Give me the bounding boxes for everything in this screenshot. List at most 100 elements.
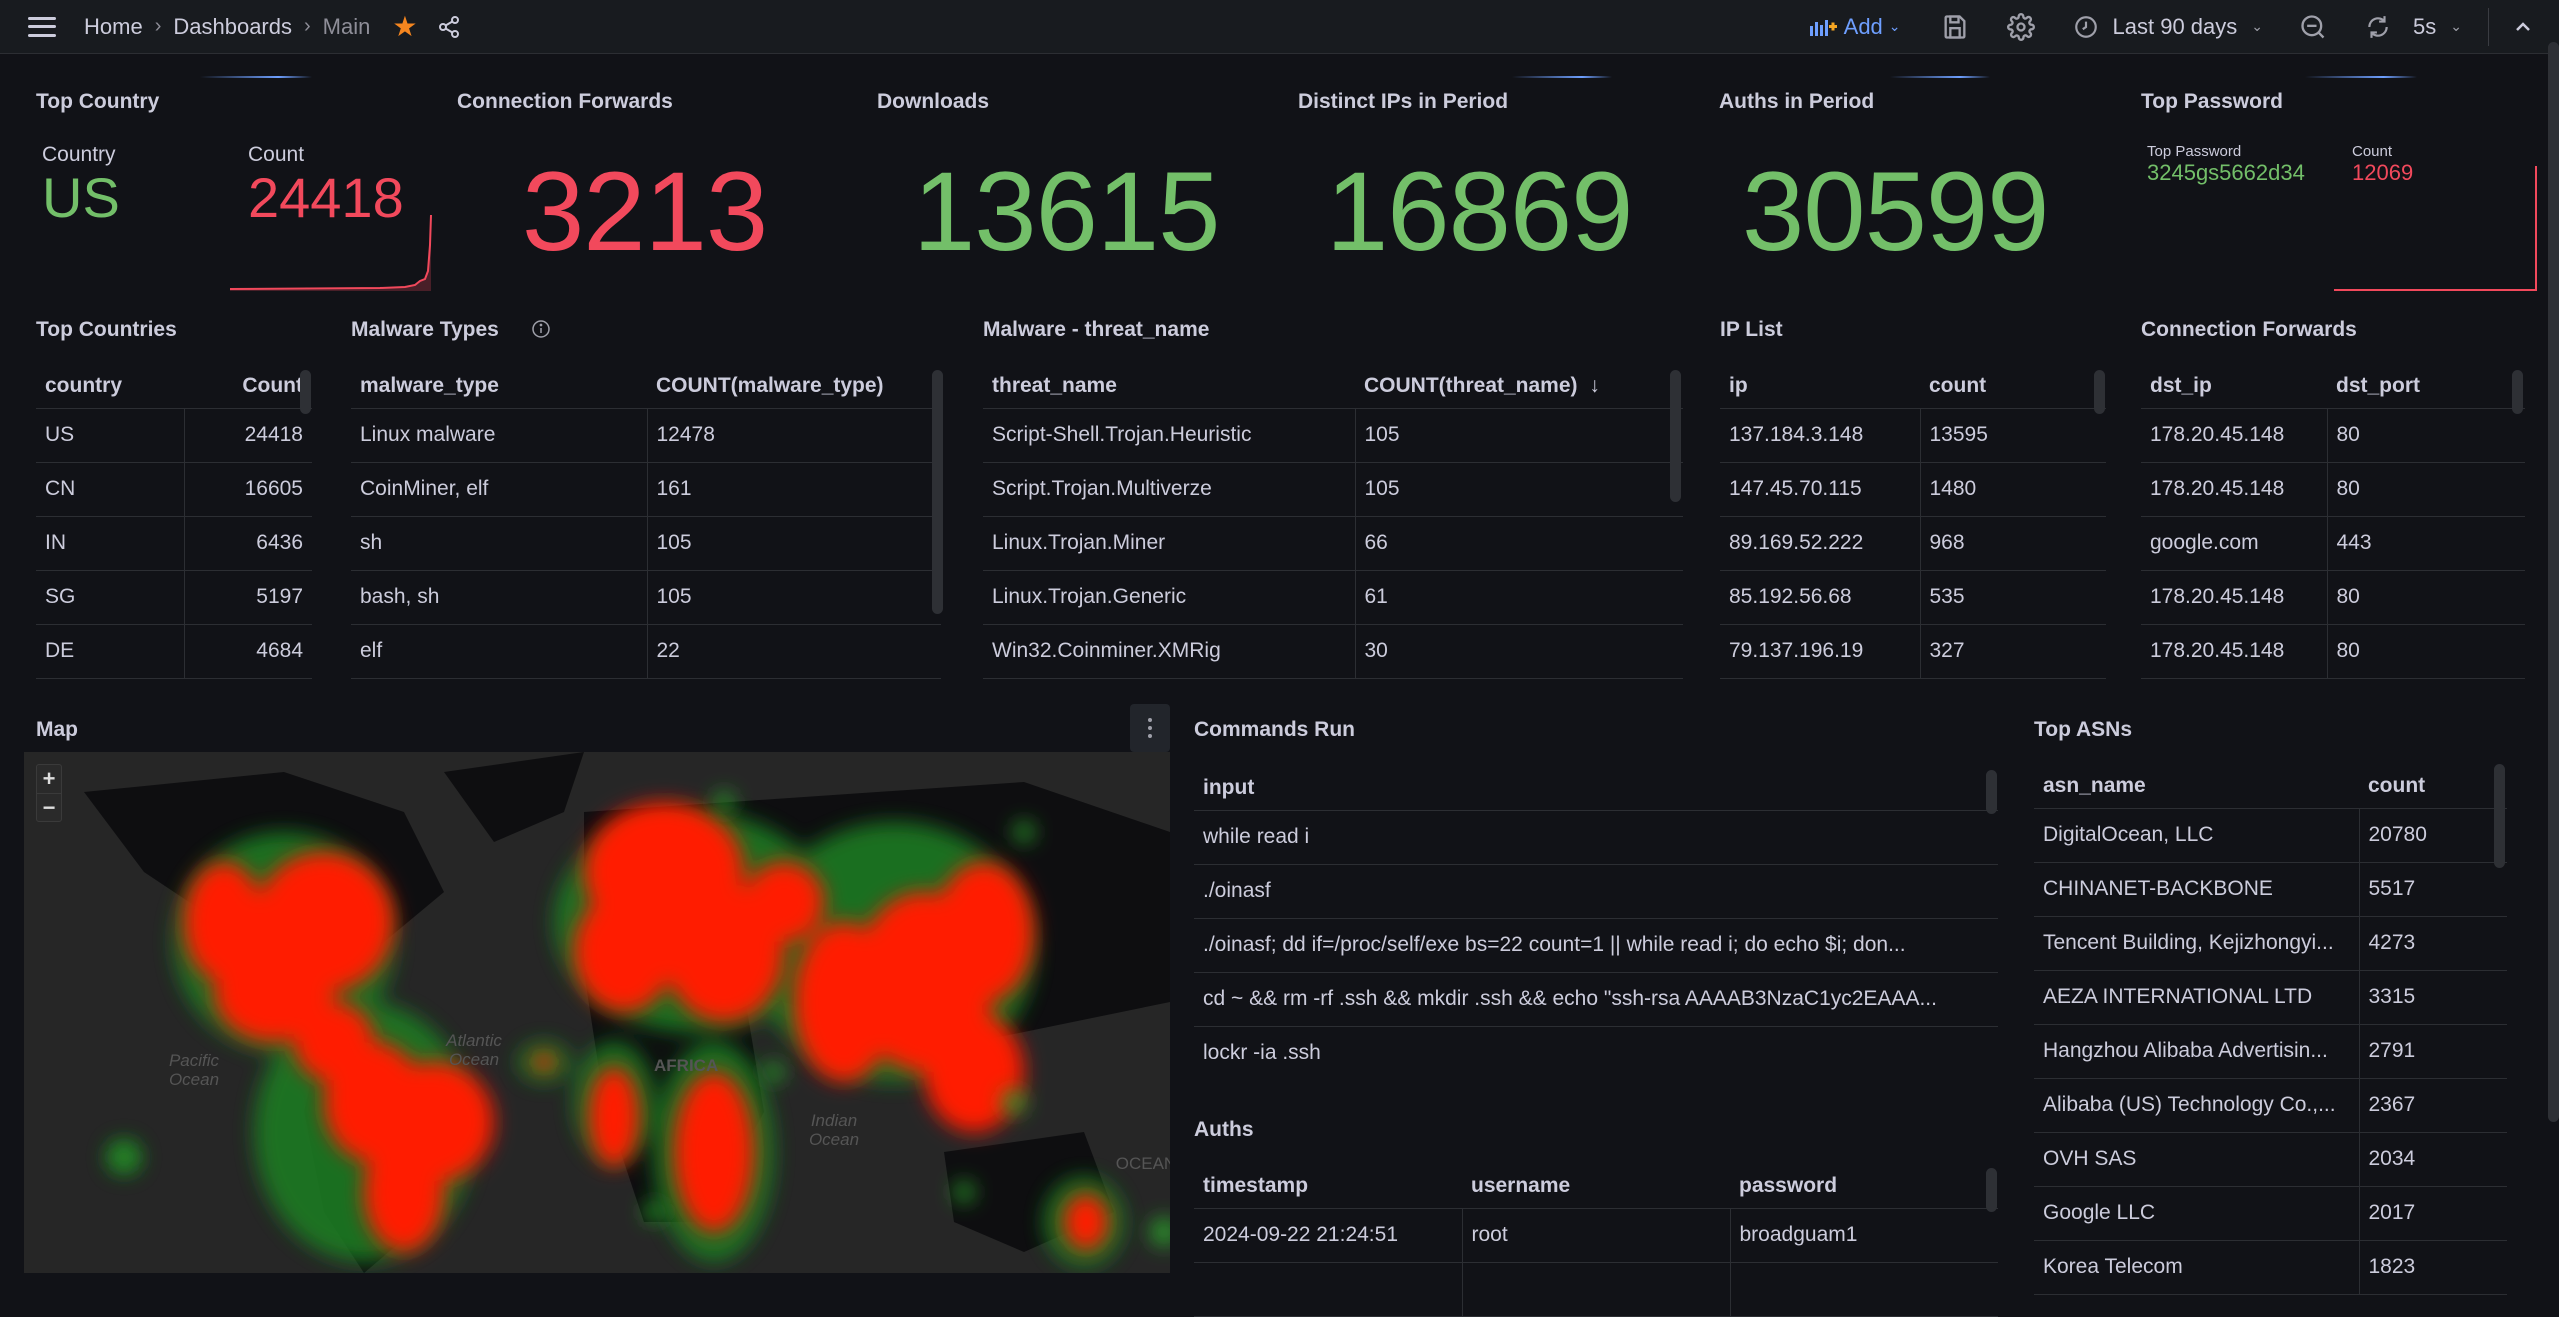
table-row: [1194, 1262, 1998, 1317]
threat-name-table: threat_name COUNT(threat_name) ↓ Script-…: [983, 364, 1683, 679]
scrollbar[interactable]: [300, 370, 311, 414]
info-icon[interactable]: [531, 319, 551, 339]
loading-bar: [2305, 76, 2417, 78]
table-row: AEZA INTERNATIONAL LTD 3315: [2034, 970, 2507, 1025]
refresh-picker[interactable]: 5s ⌄: [2365, 14, 2462, 40]
time-range-label: Last 90 days: [2112, 13, 2238, 39]
table-row: Win32.Coinminer.XMRig 30: [983, 624, 1683, 679]
share-icon[interactable]: [437, 15, 461, 39]
zoom-out-icon[interactable]: [2299, 13, 2327, 41]
panel-title-top-asns: Top ASNs: [2034, 718, 2132, 741]
cell-asn-name: Alibaba (US) Technology Co.,...: [2034, 1078, 2359, 1133]
table-row: Linux malware 12478: [351, 408, 941, 463]
top-asns-table: asn_name count DigitalOcean, LLC 20780 CH…: [2034, 764, 2507, 1295]
cell-dst-port: 80: [2326, 462, 2525, 517]
cell-asn-name: Korea Telecom: [2034, 1240, 2359, 1295]
map-label: AFRICA: [654, 1056, 719, 1075]
save-icon[interactable]: [1941, 13, 1969, 41]
breadcrumb-dashboards[interactable]: Dashboards: [173, 14, 292, 40]
scrollbar[interactable]: [1986, 1168, 1997, 1212]
page-scrollbar[interactable]: [2548, 42, 2559, 1122]
panel-title-commands-run: Commands Run: [1194, 718, 1356, 741]
map-zoom-control: + −: [36, 764, 62, 822]
column-header[interactable]: dst_port: [2327, 364, 2525, 409]
cell-dst-port: 80: [2326, 408, 2525, 463]
table-row: google.com 443: [2141, 516, 2525, 571]
column-header[interactable]: COUNT(malware_type): [647, 364, 941, 409]
table-row: Hangzhou Alibaba Advertisin... 2791: [2034, 1024, 2507, 1079]
column-header[interactable]: dst_ip: [2141, 364, 2327, 409]
panel-title-auths: Auths: [1194, 1118, 1254, 1141]
top-countries-table: country Count US 24418 CN 16605 IN 6436 SG 5…: [36, 364, 312, 679]
column-header[interactable]: ip: [1720, 364, 1920, 409]
cell-dst-port: 80: [2326, 624, 2525, 679]
breadcrumb-home[interactable]: Home: [84, 14, 143, 40]
column-header[interactable]: asn_name: [2034, 764, 2359, 809]
clock-icon: [2074, 15, 2097, 38]
table-row: Script.Trojan.Multiverze 105: [983, 462, 1683, 517]
table-row: 89.169.52.222 968: [1720, 516, 2106, 571]
scrollbar[interactable]: [1670, 370, 1681, 502]
cell-asn-name: AEZA INTERNATIONAL LTD: [2034, 970, 2359, 1025]
column-header[interactable]: input: [1194, 766, 1998, 811]
panel-menu-button[interactable]: [1130, 704, 1170, 752]
cell-country: US: [36, 408, 184, 463]
loading-bar: [1512, 76, 1612, 78]
column-header[interactable]: count: [1920, 364, 2106, 409]
column-header-sorted[interactable]: COUNT(threat_name) ↓: [1355, 364, 1683, 409]
chevron-up-icon[interactable]: [2511, 15, 2535, 39]
column-header[interactable]: country: [36, 364, 184, 409]
cell-dst-ip: 178.20.45.148: [2141, 570, 2327, 625]
time-range-picker[interactable]: Last 90 days ⌄: [2073, 14, 2263, 40]
cell-count: 61: [1354, 570, 1683, 625]
map-label: Pacific Ocean: [168, 1051, 220, 1089]
table-row: 79.137.196.19 327: [1720, 624, 2106, 679]
column-header[interactable]: timestamp: [1194, 1164, 1462, 1209]
cell-username: root: [1461, 1208, 1730, 1263]
table-row: DE 4684: [36, 624, 312, 679]
cell-asn-name: Tencent Building, Kejizhongyi...: [2034, 916, 2359, 971]
table-row: OVH SAS 2034: [2034, 1132, 2507, 1187]
panel-title-distinct-ips: Distinct IPs in Period: [1298, 90, 1509, 113]
cell-asn-name: DigitalOcean, LLC: [2034, 808, 2359, 863]
auths-table: timestamp username password 2024-09-22 2…: [1194, 1164, 1998, 1317]
cell-country: CN: [36, 462, 184, 517]
add-button[interactable]: Add ⌄: [1808, 14, 1901, 40]
cell-malware-type: Linux malware: [351, 408, 647, 463]
menu-icon[interactable]: [28, 16, 56, 37]
cell-country: DE: [36, 624, 184, 679]
column-header[interactable]: username: [1462, 1164, 1730, 1209]
table-row: Korea Telecom 1823: [2034, 1240, 2507, 1295]
add-panel-icon: [1809, 19, 1837, 36]
chevron-right-icon: ›: [304, 15, 311, 37]
cell-count: 6436: [183, 516, 312, 571]
cell-count: 4273: [2358, 916, 2507, 971]
cell-ip: 89.169.52.222: [1720, 516, 1920, 571]
column-header-label: COUNT(threat_name): [1364, 373, 1578, 397]
table-row: 178.20.45.148 80: [2141, 624, 2525, 679]
scrollbar[interactable]: [2512, 370, 2523, 414]
column-header[interactable]: threat_name: [983, 364, 1355, 409]
column-header[interactable]: Count: [184, 364, 312, 409]
chevron-down-icon: ⌄: [2450, 18, 2462, 34]
scrollbar[interactable]: [2094, 370, 2105, 414]
cell-count: 105: [646, 570, 941, 625]
cell-malware-type: sh: [351, 516, 647, 571]
zoom-out-button[interactable]: −: [37, 793, 61, 821]
cell-ip: 85.192.56.68: [1720, 570, 1920, 625]
table-row: ./oinasf: [1194, 864, 1998, 919]
column-header[interactable]: malware_type: [351, 364, 647, 409]
column-header[interactable]: password: [1730, 1164, 1998, 1209]
top-country-sparkline: [230, 215, 432, 291]
scrollbar[interactable]: [1986, 770, 1997, 814]
column-header[interactable]: count: [2359, 764, 2507, 809]
star-icon[interactable]: ★: [392, 10, 417, 43]
panel-title-top-password: Top Password: [2141, 90, 2283, 113]
scrollbar[interactable]: [2494, 764, 2505, 868]
scrollbar[interactable]: [932, 370, 943, 614]
gear-icon[interactable]: [2006, 12, 2035, 41]
cell-count: 2017: [2358, 1186, 2507, 1241]
table-row: Google LLC 2017: [2034, 1186, 2507, 1241]
heatmap-world-map[interactable]: Pacific Ocean Atlantic Ocean AFRICA Indi…: [24, 752, 1170, 1273]
zoom-in-button[interactable]: +: [37, 765, 61, 793]
